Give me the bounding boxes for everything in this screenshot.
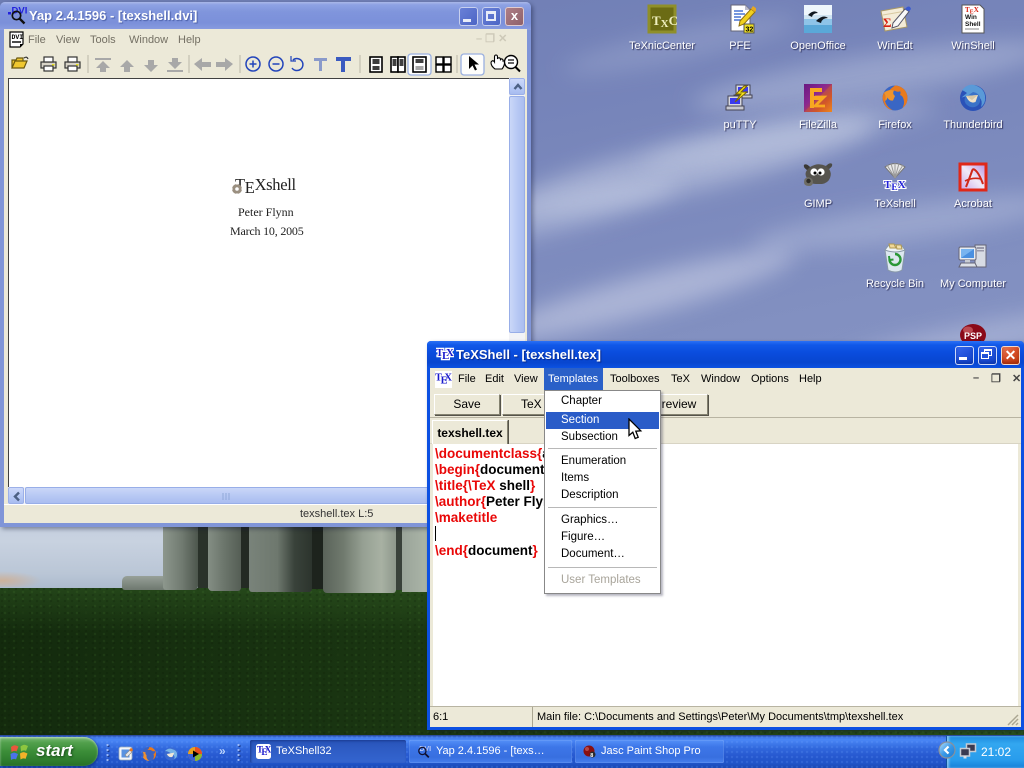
svg-text:X: X — [444, 372, 452, 383]
svg-text:X: X — [446, 347, 454, 359]
svg-text:Shell: Shell — [965, 21, 981, 28]
svg-text:Win: Win — [965, 14, 977, 21]
svg-text:Σ: Σ — [883, 15, 892, 30]
svg-text:DVI: DVI — [12, 6, 28, 17]
svg-text:X: X — [265, 744, 271, 754]
svg-text:32: 32 — [746, 27, 754, 34]
svg-text:DVI: DVI — [12, 34, 24, 41]
svg-text:8: 8 — [590, 753, 593, 759]
svg-text:TEX: TEX — [884, 179, 906, 193]
